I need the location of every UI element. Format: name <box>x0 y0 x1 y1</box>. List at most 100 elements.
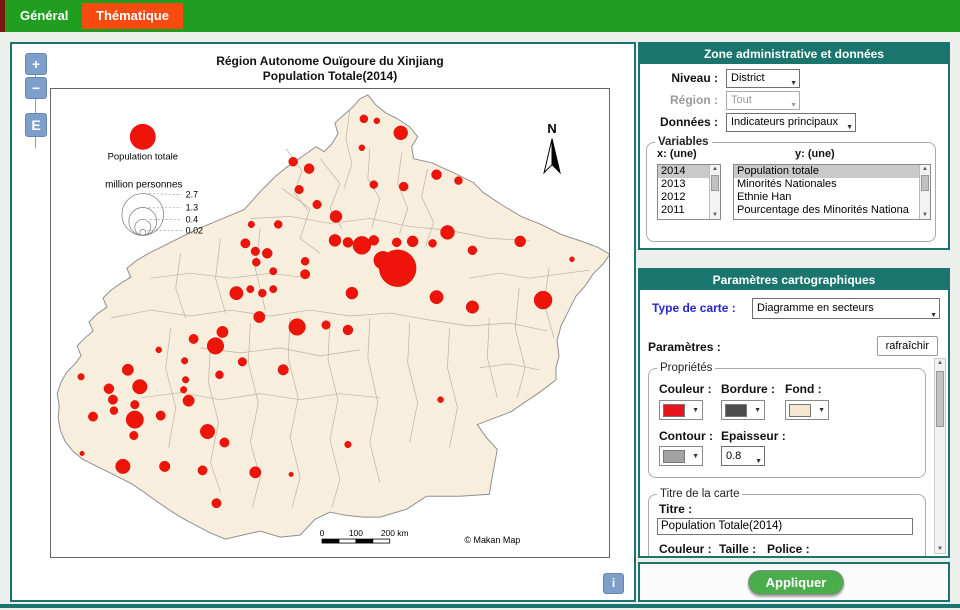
contour-swatch-select[interactable]: ▼ <box>659 446 703 466</box>
color-chip <box>789 404 811 417</box>
list-option[interactable]: Ethnie Han <box>734 191 919 204</box>
page-bottom-border <box>0 604 960 608</box>
population-bubble <box>247 285 254 292</box>
population-bubble <box>180 386 187 393</box>
params-scrollbar[interactable]: ▲ ▼ <box>934 358 946 554</box>
epaisseur-select[interactable]: 0.8 ▼ <box>721 446 765 466</box>
y-list-scrollbar[interactable]: ▲ ▼ <box>919 165 930 219</box>
parametres-label: Paramètres : <box>648 340 721 354</box>
info-button[interactable]: i <box>603 573 624 594</box>
population-bubble <box>254 311 265 322</box>
nav-tab-thematique[interactable]: Thématique <box>82 3 183 29</box>
apply-section: Appliquer <box>638 562 950 602</box>
proprietes-legend: Propriétés <box>657 362 715 374</box>
population-bubble <box>289 157 298 166</box>
population-bubble <box>432 170 442 180</box>
population-bubble <box>217 326 228 337</box>
legend-symbol <box>130 124 156 150</box>
population-bubble <box>156 347 162 353</box>
donnees-value: Indicateurs principaux <box>731 116 838 128</box>
variables-legend: Variables <box>655 136 712 148</box>
nav-tab-general[interactable]: Général <box>20 8 68 23</box>
population-bubble <box>126 411 143 428</box>
carto-params-section: Paramètres cartographiques Type de carte… <box>638 268 950 558</box>
legend-size-ring <box>135 219 151 235</box>
list-option[interactable]: 2014 <box>658 165 709 178</box>
refresh-button[interactable]: rafraîchir <box>877 336 938 356</box>
population-bubble <box>407 236 418 247</box>
list-option[interactable]: 2011 <box>658 204 709 217</box>
population-bubble <box>159 461 170 472</box>
legend-size-ring <box>129 207 157 235</box>
north-arrow: N <box>544 121 560 173</box>
population-bubble <box>215 371 223 379</box>
scroll-up-icon[interactable]: ▲ <box>920 166 930 172</box>
niveau-value: District <box>731 72 765 84</box>
dropdown-arrow-icon: ▼ <box>790 75 797 88</box>
population-bubble <box>301 257 309 265</box>
zone-admin-header: Zone administrative et données <box>640 44 948 64</box>
fond-swatch-select[interactable]: ▼ <box>785 400 829 420</box>
scroll-down-icon[interactable]: ▼ <box>710 212 720 218</box>
scroll-thumb[interactable] <box>921 175 929 191</box>
scroll-thumb[interactable] <box>711 175 719 191</box>
dropdown-arrow-icon: ▼ <box>846 119 853 132</box>
contour-label: Contour : <box>659 429 713 443</box>
bordure-swatch-select[interactable]: ▼ <box>721 400 765 420</box>
population-bubble <box>515 236 526 247</box>
population-bubble <box>360 115 368 123</box>
scale-mid: 100 <box>349 528 363 538</box>
epaisseur-label: Epaisseur : <box>721 429 786 443</box>
legend-unit-label: million personnes <box>105 180 182 191</box>
scale-end: 200 km <box>381 528 409 538</box>
top-navbar: Général Thématique <box>0 0 960 32</box>
scroll-up-icon[interactable]: ▲ <box>935 360 945 366</box>
map-canvas[interactable]: Population totale million personnes 2.7 … <box>50 88 610 558</box>
x-variable-list[interactable]: 2014201320122011 ▲ ▼ <box>657 164 721 220</box>
population-bubble <box>399 182 408 191</box>
map-attribution: © Makan Map <box>464 535 520 545</box>
population-bubble <box>116 459 131 474</box>
list-option[interactable]: 2013 <box>658 178 709 191</box>
apply-button[interactable]: Appliquer <box>748 570 844 595</box>
list-option[interactable]: 2012 <box>658 191 709 204</box>
dropdown-arrow-icon: ▼ <box>790 97 797 110</box>
x-list-scrollbar[interactable]: ▲ ▼ <box>709 165 720 219</box>
dropdown-arrow-icon: ▼ <box>818 407 825 414</box>
donnees-select[interactable]: Indicateurs principaux ▼ <box>726 113 856 132</box>
population-bubble <box>262 248 272 258</box>
full-extent-button[interactable]: E <box>25 113 47 137</box>
region-select[interactable]: Tout ▼ <box>726 91 800 110</box>
zoom-out-button[interactable]: − <box>25 77 47 99</box>
scroll-up-icon[interactable]: ▲ <box>710 166 720 172</box>
population-bubble <box>131 400 140 409</box>
zone-admin-section: Zone administrative et données Niveau : … <box>638 42 950 250</box>
y-variable-list[interactable]: Population totaleMinorités NationalesEth… <box>733 164 931 220</box>
scroll-down-icon[interactable]: ▼ <box>920 212 930 218</box>
titre-input[interactable]: Population Totale(2014) <box>657 518 913 535</box>
population-bubble <box>78 373 85 380</box>
couleur-swatch-select[interactable]: ▼ <box>659 400 703 420</box>
scroll-down-icon[interactable]: ▼ <box>935 546 945 552</box>
map-type-select[interactable]: Diagramme en secteurs ▼ <box>752 298 940 319</box>
population-bubble <box>346 287 358 299</box>
population-bubble <box>300 270 309 279</box>
population-bubble <box>270 285 277 292</box>
list-option[interactable]: Minorités Nationales <box>734 178 919 191</box>
list-option[interactable]: Population totale <box>734 165 919 178</box>
legend-size-value: 2.7 <box>186 190 198 200</box>
region-label: Région : <box>640 93 718 107</box>
population-bubble <box>369 235 379 245</box>
population-bubble <box>441 225 455 239</box>
zoom-in-button[interactable]: + <box>25 53 47 75</box>
niveau-label: Niveau : <box>640 71 718 85</box>
dropdown-arrow-icon: ▼ <box>755 453 762 466</box>
scroll-thumb[interactable] <box>936 371 944 427</box>
population-bubble <box>104 384 114 394</box>
population-bubble <box>394 126 408 140</box>
map-title-line2: Population Totale(2014) <box>50 69 610 84</box>
population-bubble <box>198 466 207 475</box>
list-option[interactable]: Pourcentage des Minorités Nationa <box>734 204 919 217</box>
niveau-select[interactable]: District ▼ <box>726 69 800 88</box>
fond-label: Fond : <box>785 382 822 396</box>
